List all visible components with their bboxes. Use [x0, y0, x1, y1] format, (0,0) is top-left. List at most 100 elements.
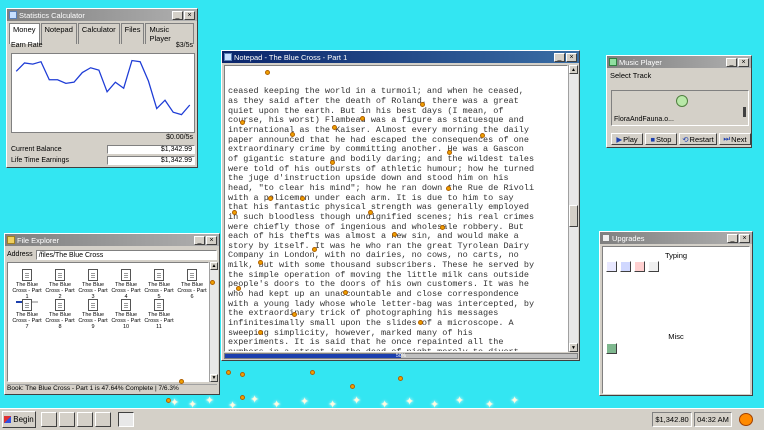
file-name: The Blue Cross - Part 1 [12, 282, 42, 300]
notepad-text-area[interactable]: ceased keeping the world in a turmoil; a… [224, 65, 568, 352]
upgrade-misc-icon[interactable] [606, 343, 617, 354]
scroll-down-button[interactable]: ▼ [569, 343, 578, 352]
upgrades-titlebar[interactable]: Upgrades _ × [600, 232, 752, 244]
close-button[interactable]: × [184, 10, 195, 20]
tab-money[interactable]: Money [9, 23, 40, 44]
next-button[interactable]: ⏭ Next [719, 133, 751, 145]
scroll-up-button[interactable]: ▲ [210, 262, 218, 270]
file-grid: The Blue Cross - Part 1 The Blue Cross - … [7, 262, 209, 382]
music-icon [609, 58, 617, 66]
coin-particle [226, 370, 231, 375]
minimize-button[interactable]: _ [727, 233, 738, 243]
upgrade-target-icon[interactable] [634, 261, 645, 272]
minimize-button[interactable]: _ [554, 52, 565, 62]
stop-icon: ■ [650, 134, 656, 144]
lifetime-earnings-value: $1,342.99 [107, 155, 195, 165]
tab-music-player[interactable]: Music Player [145, 23, 194, 44]
sparkle-particle: ✦ [455, 395, 465, 407]
coin-particle [398, 376, 403, 381]
taskbar-calculator-icon[interactable] [41, 412, 57, 427]
file-name: The Blue Cross - Part 11 [144, 312, 174, 330]
upgrade-notepad-icon[interactable] [648, 261, 659, 272]
explorer-titlebar[interactable]: File Explorer _ × [5, 234, 219, 246]
statistics-title: Statistics Calculator [19, 10, 85, 20]
coin-particle [310, 370, 315, 375]
stop-button[interactable]: ■ Stop [645, 133, 677, 145]
file-name: The Blue Cross - Part 6 [177, 282, 207, 300]
notepad-scrollbar[interactable]: ▲ ▼ [568, 65, 578, 352]
explorer-title: File Explorer [17, 235, 60, 245]
file-item[interactable]: The Blue Cross - Part 3 [78, 269, 108, 300]
minimize-button[interactable]: _ [194, 235, 205, 245]
coin-particle [360, 116, 365, 121]
tray-pumpkin-icon[interactable] [739, 413, 753, 426]
document-icon [154, 299, 164, 311]
taskbar-music-icon[interactable] [95, 412, 111, 427]
document-icon [121, 269, 131, 281]
file-name: The Blue Cross - Part 10 [111, 312, 141, 330]
file-item[interactable]: The Blue Cross - Part 9 [78, 299, 108, 330]
statistics-window: Statistics Calculator _ × Money Notepad … [6, 8, 198, 168]
minimize-button[interactable]: _ [172, 10, 183, 20]
upgrades-window: Upgrades _ × Typing Misc [599, 231, 753, 396]
close-button[interactable]: × [206, 235, 217, 245]
tray-clock: 04:32 AM [694, 412, 732, 427]
coin-particle [343, 290, 348, 295]
coin-particle [179, 379, 184, 384]
file-item[interactable]: The Blue Cross - Part 6 [177, 269, 207, 300]
file-name: The Blue Cross - Part 8 [45, 312, 75, 330]
music-titlebar[interactable]: Music Player _ × [607, 56, 751, 68]
tab-calculator[interactable]: Calculator [77, 23, 120, 44]
file-name: The Blue Cross - Part 9 [78, 312, 108, 330]
file-item[interactable]: The Blue Cross - Part 8 [45, 299, 75, 330]
upgrade-keyboard-icon[interactable] [606, 261, 617, 272]
address-field[interactable]: /files/The Blue Cross [35, 249, 217, 260]
taskbar: Begin $1,342.80 04:32 AM [0, 408, 764, 430]
misc-section-label: Misc [668, 332, 684, 341]
file-item[interactable]: The Blue Cross - Part 10 [111, 299, 141, 330]
sparkle-particle: ✦ [205, 395, 215, 407]
file-item[interactable]: The Blue Cross - Part 2 [45, 269, 75, 300]
play-button[interactable]: ▶ Play [611, 133, 643, 145]
current-balance-label: Current Balance [11, 145, 62, 153]
scroll-up-button[interactable]: ▲ [569, 65, 578, 74]
close-button[interactable]: × [739, 233, 750, 243]
taskbar-folder-icon[interactable] [77, 412, 93, 427]
address-label: Address [7, 251, 33, 258]
taskbar-monitor-icon[interactable] [59, 412, 75, 427]
file-name: The Blue Cross - Part 2 [45, 282, 75, 300]
tab-notepad[interactable]: Notepad [40, 23, 77, 44]
restart-button[interactable]: ⟲ Restart [679, 133, 717, 145]
taskbar-notepad-icon[interactable] [118, 412, 134, 427]
upgrade-monitor-icon[interactable] [620, 261, 631, 272]
notepad-progress-label: 50% [395, 353, 406, 359]
minimize-button[interactable]: _ [726, 57, 737, 67]
coin-particle [480, 133, 485, 138]
close-button[interactable]: × [566, 52, 577, 62]
file-name: The Blue Cross - Part 4 [111, 282, 141, 300]
file-item[interactable]: The Blue Cross - Part 7 [12, 299, 42, 330]
start-button[interactable]: Begin [2, 411, 36, 428]
close-button[interactable]: × [738, 57, 749, 67]
file-item[interactable]: The Blue Cross - Part 11 [144, 299, 174, 330]
document-icon [187, 269, 197, 281]
coin-particle [236, 286, 241, 291]
notepad-icon [224, 53, 232, 61]
file-item[interactable]: The Blue Cross - Part 5 [144, 269, 174, 300]
coin-particle [240, 395, 245, 400]
scroll-thumb[interactable] [569, 205, 578, 227]
coin-particle [240, 372, 245, 377]
file-item[interactable]: The Blue Cross - Part 4 [111, 269, 141, 300]
tab-files[interactable]: Files [120, 23, 145, 44]
volume-slider[interactable] [743, 107, 746, 117]
disc-icon [676, 95, 688, 107]
coin-particle [440, 225, 445, 230]
statistics-titlebar[interactable]: Statistics Calculator _ × [7, 9, 197, 21]
file-name: The Blue Cross - Part 7 [12, 312, 42, 330]
notepad-title: Notepad - The Blue Cross - Part 1 [234, 52, 348, 62]
track-display[interactable]: FloraAndFauna.o... [611, 90, 749, 126]
earn-rate-label: Earn Rate [11, 42, 43, 49]
notepad-titlebar[interactable]: Notepad - The Blue Cross - Part 1 _ × [222, 51, 579, 63]
scroll-down-button[interactable]: ▼ [210, 374, 218, 382]
file-item[interactable]: The Blue Cross - Part 1 [12, 269, 42, 303]
